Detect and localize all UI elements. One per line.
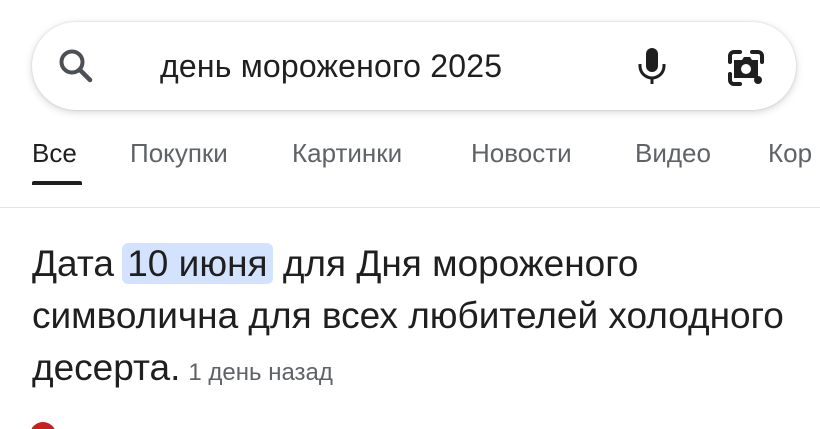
lens-icon[interactable] (722, 44, 770, 92)
search-input[interactable]: день мороженого 2025 (160, 22, 502, 110)
snippet-text-before: Дата (32, 243, 125, 284)
search-icon[interactable] (56, 46, 96, 86)
snippet-timestamp: 1 день назад (188, 359, 333, 386)
tab-images[interactable]: Картинки (292, 138, 402, 184)
tab-videos[interactable]: Видео (635, 138, 711, 184)
tab-all[interactable]: Все (32, 138, 77, 184)
tab-more[interactable]: Кор (768, 138, 812, 184)
tab-news[interactable]: Новости (471, 138, 572, 184)
search-tabs: Все Покупки Картинки Новости Видео Кор (0, 138, 820, 190)
search-results-page: день мороженого 2025 Все Покупки Картинк… (0, 0, 820, 429)
source-favicon-icon[interactable] (30, 422, 56, 429)
snippet-highlight: 10 июня (122, 243, 273, 284)
search-bar[interactable]: день мороженого 2025 (32, 22, 796, 110)
divider (0, 207, 820, 208)
tab-shopping[interactable]: Покупки (130, 138, 228, 184)
active-tab-indicator (32, 181, 82, 185)
featured-snippet: Дата 10 июня для Дня мороженого символич… (32, 238, 792, 399)
mic-icon[interactable] (630, 44, 674, 88)
